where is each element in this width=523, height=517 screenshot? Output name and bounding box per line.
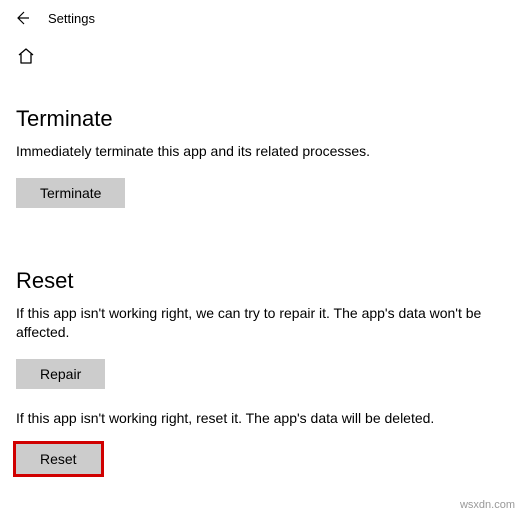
terminate-button[interactable]: Terminate: [16, 178, 125, 208]
arrow-left-icon: [14, 10, 30, 26]
repair-button[interactable]: Repair: [16, 359, 105, 389]
terminate-heading: Terminate: [16, 106, 507, 132]
spacer: [16, 389, 507, 409]
watermark: wsxdn.com: [460, 499, 515, 511]
content-area: Terminate Immediately terminate this app…: [0, 106, 523, 474]
repair-description: If this app isn't working right, we can …: [16, 304, 486, 343]
reset-button[interactable]: Reset: [16, 444, 101, 474]
home-icon[interactable]: [16, 46, 36, 66]
settings-header: Settings: [0, 0, 523, 36]
page-title: Settings: [48, 11, 95, 26]
reset-description: If this app isn't working right, reset i…: [16, 409, 486, 429]
terminate-section: Terminate Immediately terminate this app…: [16, 106, 507, 208]
reset-heading: Reset: [16, 268, 507, 294]
back-icon[interactable]: [14, 10, 30, 26]
house-icon: [16, 46, 36, 66]
terminate-description: Immediately terminate this app and its r…: [16, 142, 486, 162]
home-row: [0, 36, 523, 66]
reset-section: Reset If this app isn't working right, w…: [16, 268, 507, 475]
